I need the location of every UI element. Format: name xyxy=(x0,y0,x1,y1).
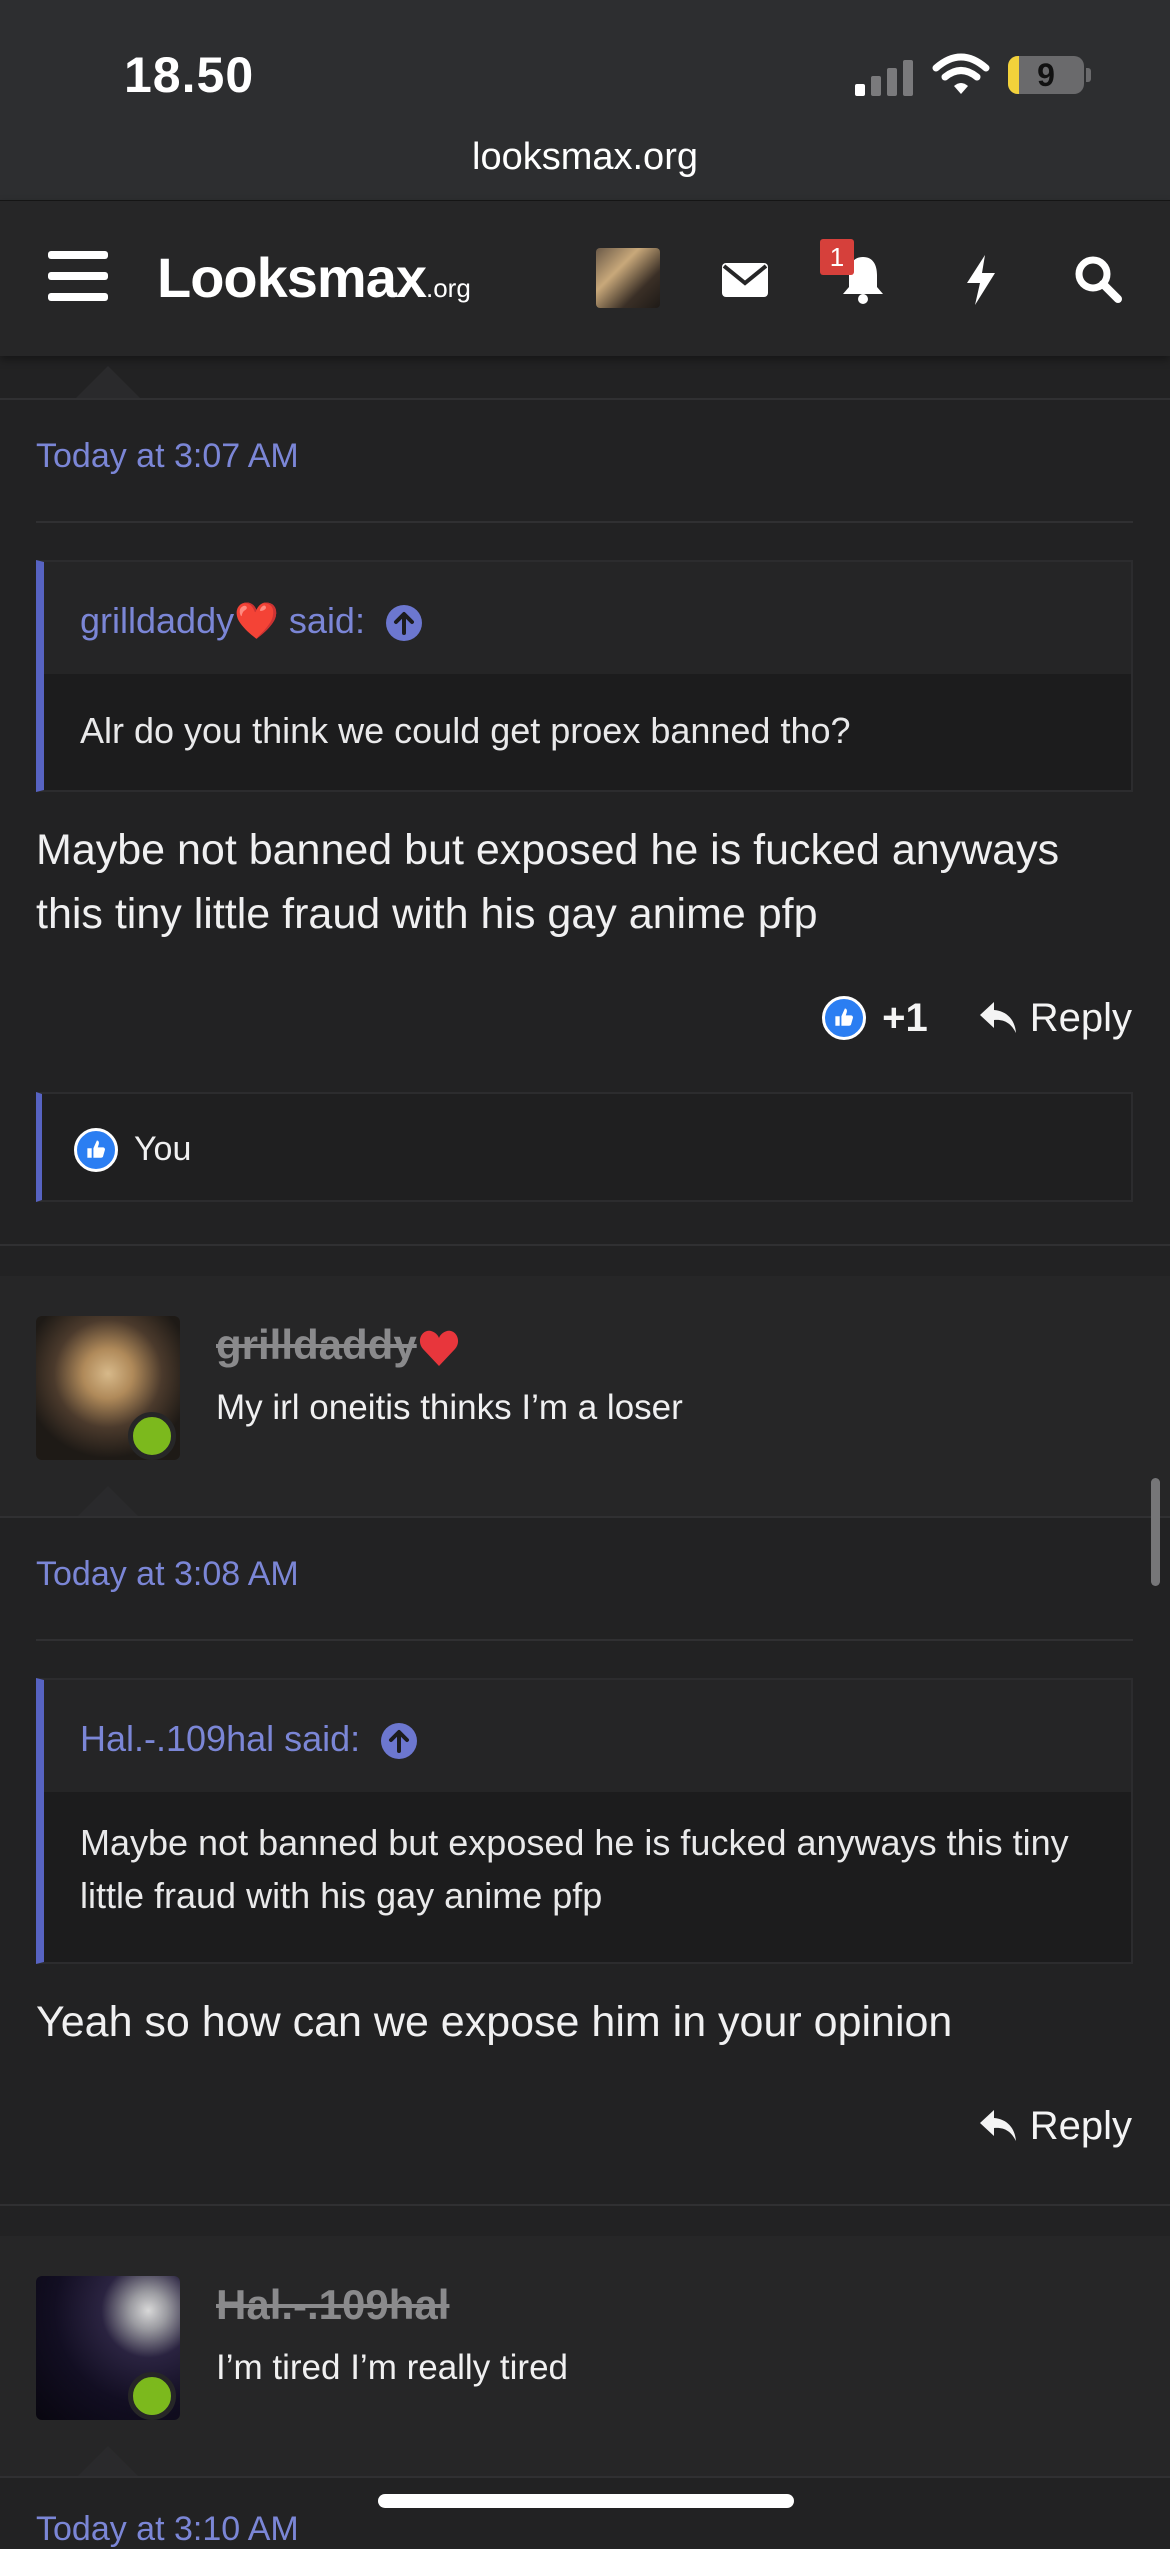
quote-author[interactable]: grilldaddy❤️ said: xyxy=(80,600,423,642)
battery-cap xyxy=(1086,68,1091,82)
post-timestamp[interactable]: Today at 3:07 AM xyxy=(36,437,299,476)
reply-icon xyxy=(979,2110,1016,2141)
reactor-list: You xyxy=(134,1130,192,1168)
reaction-summary[interactable]: +1 xyxy=(822,996,928,1041)
alerts-badge: 1 xyxy=(820,239,854,275)
divider xyxy=(0,398,1170,400)
divider xyxy=(0,1516,1170,1518)
arrow-up-icon[interactable] xyxy=(385,604,423,642)
quote-author-text: grilldaddy❤️ said: xyxy=(80,600,365,641)
reply-button[interactable]: Reply xyxy=(978,996,1132,1041)
divider xyxy=(0,2204,1170,2206)
post-user-block: grilldaddy My irl oneitis thinks I’m a l… xyxy=(0,1276,1170,1516)
post-pointer xyxy=(76,366,140,398)
quote-text: Alr do you think we could get proex bann… xyxy=(80,710,851,751)
online-indicator xyxy=(128,1412,176,1460)
wifi-icon xyxy=(932,53,990,94)
logo-suffix: .org xyxy=(426,273,471,303)
username-text: grilldaddy xyxy=(216,1321,417,1368)
reply-label: Reply xyxy=(1029,995,1132,1040)
quote-header: grilldaddy❤️ said: xyxy=(44,562,1131,674)
site-logo[interactable]: Looksmax.org xyxy=(157,245,471,310)
divider xyxy=(36,1639,1133,1641)
search-icon[interactable] xyxy=(1070,251,1126,307)
battery-level: 9 xyxy=(1037,57,1055,93)
quote-author[interactable]: Hal.-.109hal said: xyxy=(80,1718,418,1760)
divider xyxy=(36,521,1133,523)
status-time: 18.50 xyxy=(124,47,255,103)
quote-author-text: Hal.-.109hal said: xyxy=(80,1718,361,1759)
address-bar[interactable]: looksmax.org xyxy=(0,136,1170,179)
account-avatar[interactable] xyxy=(596,248,660,308)
inbox-icon[interactable] xyxy=(717,251,773,307)
online-indicator xyxy=(128,2372,176,2420)
post-timestamp[interactable]: Today at 3:10 AM xyxy=(36,2510,299,2549)
post-actions: Reply xyxy=(978,2096,1132,2156)
username[interactable]: grilldaddy xyxy=(216,1321,461,1370)
heart-icon xyxy=(419,1330,458,1366)
menu-icon[interactable] xyxy=(48,251,108,301)
user-title: I’m tired I’m really tired xyxy=(216,2348,569,2387)
reply-button[interactable]: Reply xyxy=(978,2104,1132,2149)
post-pointer xyxy=(76,2446,140,2478)
page-scrollbar[interactable] xyxy=(1151,1478,1160,1586)
post-body: Yeah so how can we expose him in your op… xyxy=(36,1998,953,2046)
quote-header: Hal.-.109hal said: xyxy=(44,1680,1131,1792)
quote-block: grilldaddy❤️ said: Alr do you think we c… xyxy=(36,560,1133,792)
post-body: Maybe not banned but exposed he is fucke… xyxy=(36,826,1060,938)
post-timestamp[interactable]: Today at 3:08 AM xyxy=(36,1555,299,1594)
divider xyxy=(0,2476,1170,2478)
post-pointer xyxy=(76,1486,140,1518)
reaction-count: +1 xyxy=(882,995,928,1040)
user-title: My irl oneitis thinks I’m a loser xyxy=(216,1388,683,1427)
username[interactable]: Hal.-.109hal xyxy=(216,2281,449,2329)
quote-block: Hal.-.109hal said: Maybe not banned but … xyxy=(36,1678,1133,1964)
lightning-icon[interactable] xyxy=(953,251,1009,307)
site-header: Looksmax.org 1 xyxy=(0,200,1170,356)
like-icon xyxy=(74,1128,118,1172)
divider xyxy=(0,1244,1170,1246)
post-actions: +1 Reply xyxy=(822,988,1132,1048)
browser-status-bar: 18.50 9 looksmax.org xyxy=(0,0,1170,200)
logo-main: Looksmax xyxy=(157,246,427,309)
like-icon xyxy=(822,996,867,1040)
cellular-signal-icon xyxy=(855,58,915,96)
reactions-bar[interactable]: You xyxy=(36,1092,1133,1202)
quote-text: Maybe not banned but exposed he is fucke… xyxy=(80,1822,1069,1916)
reply-label: Reply xyxy=(1029,2103,1132,2148)
arrow-up-icon[interactable] xyxy=(380,1722,418,1760)
reply-icon xyxy=(979,1002,1016,1033)
battery-icon: 9 xyxy=(1008,56,1084,94)
post-user-block: Hal.-.109hal I’m tired I’m really tired xyxy=(0,2236,1170,2476)
home-indicator[interactable] xyxy=(378,2494,794,2508)
